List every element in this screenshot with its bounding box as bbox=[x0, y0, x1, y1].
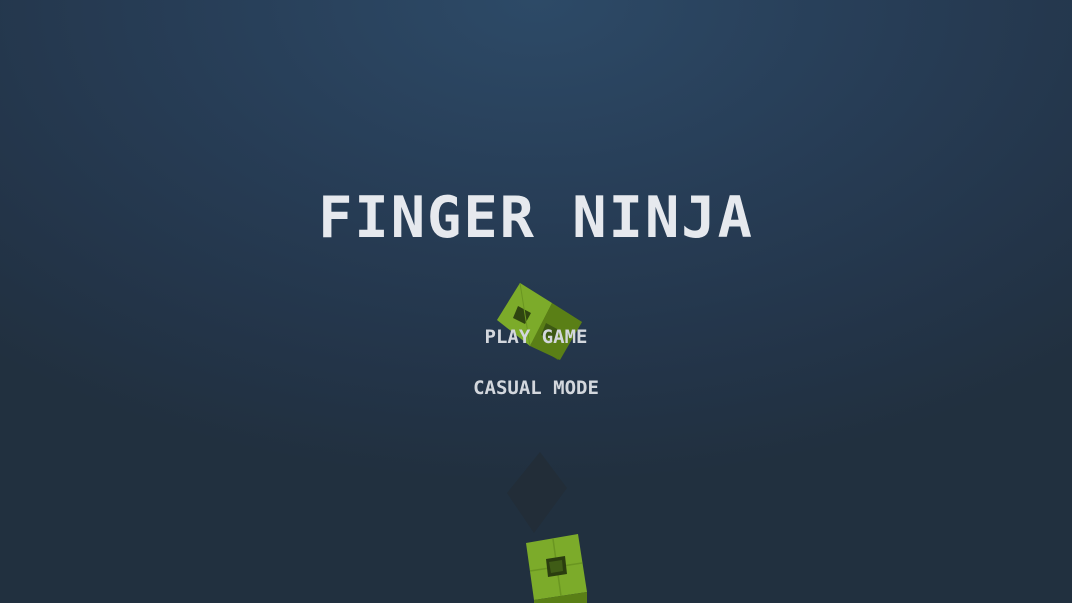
play-game-button[interactable]: PLAY GAME bbox=[0, 325, 1072, 349]
game-title: FINGER NINJA bbox=[318, 185, 754, 251]
game-scene bbox=[497, 282, 587, 603]
casual-mode-button[interactable]: CASUAL MODE bbox=[0, 376, 1072, 400]
shadow-diamond-icon bbox=[507, 452, 567, 533]
play-game-label[interactable]: PLAY GAME bbox=[485, 326, 588, 348]
casual-mode-label[interactable]: CASUAL MODE bbox=[473, 377, 599, 399]
bottom-green-cube-icon[interactable] bbox=[526, 534, 587, 603]
